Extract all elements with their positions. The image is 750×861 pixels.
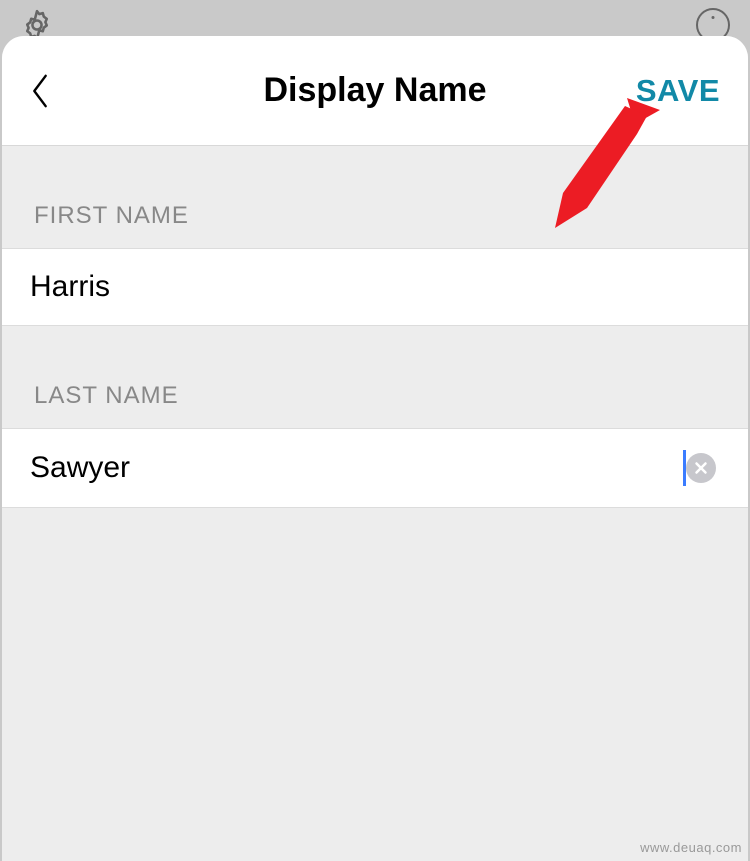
first-name-input[interactable]: Harris (30, 270, 720, 304)
form-content: FIRST NAME Harris LAST NAME Sawyer (2, 146, 748, 861)
page-title: Display Name (264, 71, 487, 110)
first-name-header: FIRST NAME (2, 146, 748, 248)
save-button[interactable]: SAVE (636, 73, 720, 109)
chevron-left-icon (30, 72, 50, 110)
last-name-header: LAST NAME (2, 326, 748, 428)
text-cursor (683, 450, 686, 486)
last-name-input-row[interactable]: Sawyer (2, 428, 748, 508)
close-icon (694, 461, 708, 475)
display-name-modal: Display Name SAVE FIRST NAME Harris LAST… (2, 36, 748, 861)
last-name-input[interactable]: Sawyer (30, 451, 682, 485)
first-name-input-row[interactable]: Harris (2, 248, 748, 326)
navigation-bar: Display Name SAVE (2, 36, 748, 146)
watermark-text: www.deuaq.com (640, 840, 742, 855)
clear-input-button[interactable] (686, 453, 716, 483)
back-button[interactable] (30, 61, 70, 121)
